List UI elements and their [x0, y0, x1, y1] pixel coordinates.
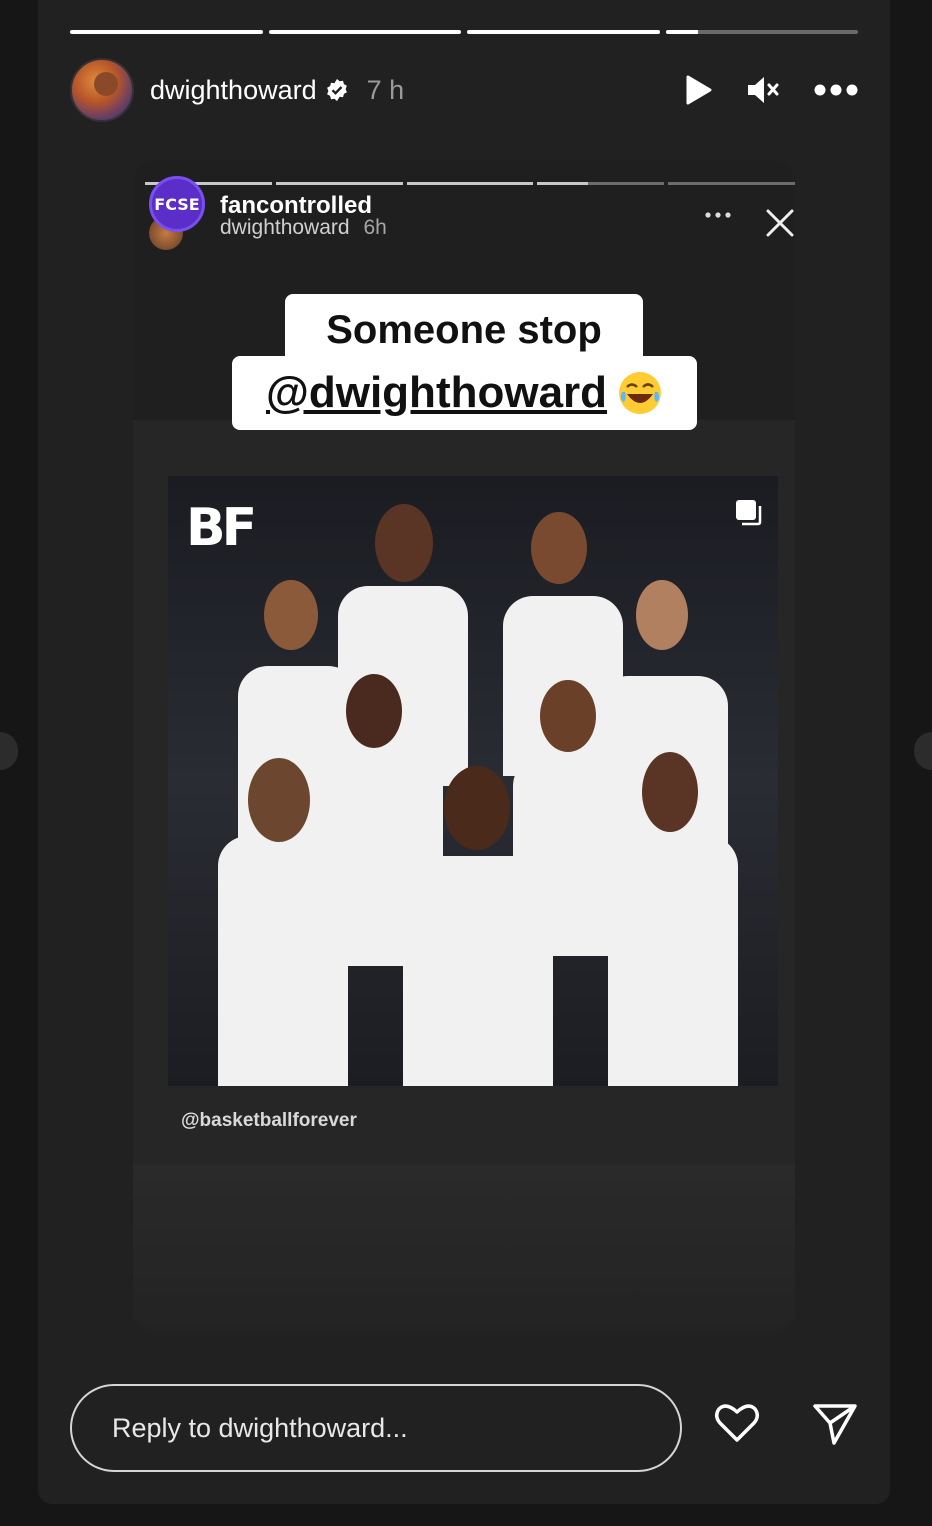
- progress-segment: [665, 30, 858, 34]
- progress-fill: [70, 30, 263, 34]
- progress-segment: [406, 182, 534, 185]
- story-timestamp: 7 h: [366, 74, 405, 105]
- player-head: [346, 674, 402, 748]
- shared-sub-account: dwighthoward: [220, 216, 350, 239]
- shared-story-progress-bar: [145, 182, 795, 185]
- progress-fill: [406, 182, 534, 185]
- shared-story-card[interactable]: FCSE fancontrolled dwighthoward 6h Someo…: [133, 160, 795, 1332]
- progress-segment: [70, 30, 263, 34]
- carousel-icon: [736, 500, 762, 526]
- progress-fill: [537, 182, 589, 185]
- progress-fill: [467, 30, 660, 34]
- story-progress-bar: [70, 30, 858, 34]
- reply-placeholder: Reply to dwighthoward...: [112, 1412, 408, 1443]
- progress-fill: [268, 30, 461, 34]
- player-head: [531, 512, 587, 584]
- reply-input[interactable]: Reply to dwighthoward...: [70, 1384, 682, 1472]
- progress-fill: [275, 182, 403, 185]
- send-icon[interactable]: [812, 1400, 858, 1446]
- story-username[interactable]: dwighthoward: [150, 75, 317, 106]
- laughing-emoji-icon: [619, 372, 662, 414]
- player-figure: [403, 856, 553, 1086]
- progress-segment: [537, 182, 665, 185]
- progress-segment: [275, 182, 403, 185]
- story-header: dwighthoward 7 h: [70, 58, 858, 122]
- bf-logo: BF: [186, 498, 257, 558]
- next-story-arrow[interactable]: [914, 732, 932, 770]
- mention-link[interactable]: @dwighthoward: [266, 368, 607, 418]
- fancontrolled-avatar: FCSE: [149, 176, 205, 232]
- story-viewer: dwighthoward 7 h FCSE fancontrolled dwig…: [38, 0, 890, 1504]
- team-photo: BF: [168, 476, 778, 1086]
- progress-segment: [268, 30, 461, 34]
- player-head: [540, 680, 596, 752]
- verified-badge-icon: [326, 79, 347, 101]
- heart-icon[interactable]: [714, 1402, 760, 1444]
- profile-avatar[interactable]: [70, 58, 134, 122]
- avatar-text: FCSE: [154, 194, 200, 214]
- close-icon: [766, 209, 794, 237]
- player-head: [248, 758, 310, 842]
- player-figure: [608, 836, 738, 1086]
- more-options-icon[interactable]: [814, 84, 858, 96]
- photo-credit: @basketballforever: [181, 1110, 357, 1131]
- shared-time: 6h: [363, 216, 387, 239]
- more-options-icon: [705, 212, 731, 218]
- player-figure: [218, 836, 348, 1086]
- player-head: [636, 580, 688, 650]
- player-head: [444, 766, 510, 850]
- shared-sub-line: dwighthoward 6h: [220, 216, 387, 240]
- play-icon[interactable]: [684, 75, 712, 105]
- player-head: [642, 752, 698, 832]
- caption-sticker-line2: @dwighthoward: [232, 356, 697, 430]
- progress-fill: [665, 30, 699, 34]
- progress-segment: [467, 30, 660, 34]
- caption-sticker-line1: Someone stop: [285, 294, 643, 364]
- progress-segment: [668, 182, 795, 185]
- player-head: [264, 580, 318, 650]
- player-head: [375, 504, 433, 582]
- shared-story-footer: [133, 1165, 795, 1332]
- previous-story-arrow[interactable]: [0, 732, 18, 770]
- speaker-muted-icon[interactable]: [746, 75, 780, 105]
